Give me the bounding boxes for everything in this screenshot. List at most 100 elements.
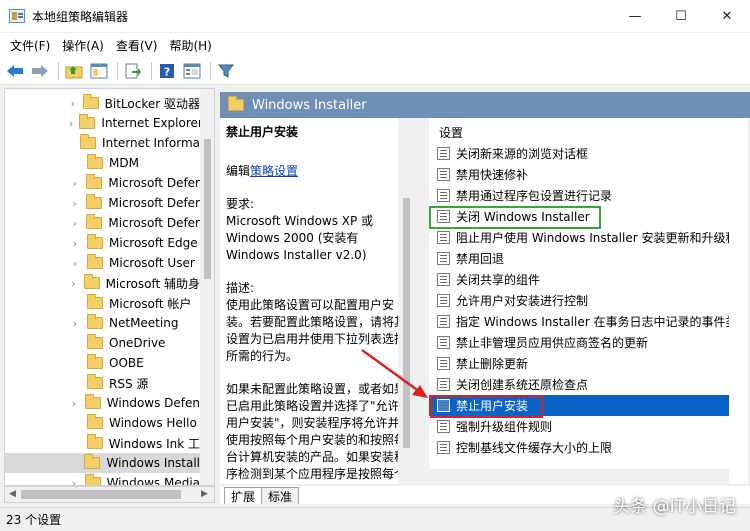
tree-item[interactable]: ›Windows Ink 工 — [5, 433, 200, 453]
setting-row[interactable]: 阻止用户使用 Windows Installer 安装更新和升级程序 — [429, 227, 729, 248]
tree-item[interactable]: › Microsoft Defer — [5, 193, 200, 213]
tree-item[interactable]: › Windows Defen — [5, 393, 200, 413]
forward-button[interactable] — [29, 60, 51, 82]
export-list-button[interactable] — [122, 60, 144, 82]
close-button[interactable]: ✕ — [704, 0, 750, 32]
details-header-title: Windows Installer — [252, 97, 367, 113]
tree-item[interactable]: › Windows Media — [5, 473, 200, 486]
chevron-right-icon[interactable]: › — [69, 97, 77, 110]
description-scroll-thumb[interactable] — [403, 198, 410, 448]
setting-row[interactable]: 禁止删除更新 — [429, 353, 729, 374]
description-scrollbar[interactable] — [398, 118, 415, 484]
policy-setting-icon — [437, 273, 450, 286]
setting-row[interactable]: 允许用户对安装进行控制 — [429, 290, 729, 311]
folder-icon — [87, 354, 103, 369]
tree-item[interactable]: › Internet Explorer — [5, 113, 200, 133]
up-folder-button[interactable] — [63, 60, 85, 82]
chevron-right-icon[interactable]: › — [69, 217, 80, 230]
tree-item[interactable]: ›Microsoft 帐户 — [5, 293, 200, 313]
properties-button[interactable] — [181, 60, 203, 82]
tree-item[interactable]: › Microsoft Defer — [5, 213, 200, 233]
show-hide-tree-button[interactable] — [88, 60, 110, 82]
tree-item[interactable]: › Microsoft User — [5, 253, 200, 273]
folder-icon — [83, 274, 100, 289]
maximize-button[interactable]: ☐ — [658, 0, 704, 32]
setting-row[interactable]: 强制升级组件规则 — [429, 416, 729, 437]
folder-icon — [87, 334, 103, 349]
tree-item[interactable]: › Microsoft Edge — [5, 233, 200, 253]
folder-icon — [82, 94, 99, 109]
setting-row[interactable]: 禁用回退 — [429, 248, 729, 269]
console-tree[interactable]: ›BitLocker 驱动器 ›Internet Explorer ›Inter… — [4, 88, 215, 486]
policy-title: 禁止用户安装 — [226, 125, 299, 139]
tab-extended[interactable]: 扩展 — [224, 487, 263, 504]
tree-horizontal-scrollbar[interactable]: ◀ ▶ — [4, 486, 215, 503]
watermark-text: 头条 @IT小日记 — [613, 497, 736, 517]
setting-row[interactable]: 指定 Windows Installer 在事务日志中记录的事件类型 — [429, 311, 729, 332]
settings-count: 23 个设置 — [6, 513, 62, 527]
menu-file[interactable]: 文件(F) — [4, 37, 56, 54]
chevron-right-icon[interactable]: › — [69, 317, 81, 330]
menu-help[interactable]: 帮助(H) — [163, 37, 217, 54]
folder-icon — [87, 374, 103, 389]
toolbar-separator — [58, 61, 59, 80]
tree-item[interactable]: ›OOBE — [5, 353, 200, 373]
tree-vertical-scrollbar[interactable] — [200, 89, 214, 485]
back-button[interactable] — [4, 60, 26, 82]
tree-item[interactable]: ›Internet Informa — [5, 133, 200, 153]
help-button[interactable]: ? — [156, 60, 178, 82]
menu-view[interactable]: 查看(V) — [110, 37, 164, 54]
tree-item[interactable]: ›Windows Hello — [5, 413, 200, 433]
setting-row[interactable]: 关闭共享的组件 — [429, 269, 729, 290]
console-tree-icon — [90, 63, 108, 78]
tree-scroll-thumb[interactable] — [204, 139, 211, 279]
chevron-right-icon[interactable]: › — [69, 177, 80, 190]
chevron-right-icon[interactable]: › — [69, 237, 81, 250]
tree-item[interactable]: ›RSS 源 — [5, 373, 200, 393]
tree-item[interactable]: ›OneDrive — [5, 333, 200, 353]
edit-prefix: 编辑 — [226, 164, 251, 178]
policy-setting-icon — [437, 294, 450, 307]
toolbar-separator — [117, 61, 118, 80]
filter-icon — [218, 64, 234, 78]
setting-row[interactable]: 关闭创建系统还原检查点 — [429, 374, 729, 395]
chevron-right-icon[interactable]: › — [69, 117, 73, 130]
setting-row[interactable]: 禁止非管理员应用供应商签名的更新 — [429, 332, 729, 353]
minimize-button[interactable]: — — [612, 0, 658, 32]
details-header: Windows Installer — [220, 92, 750, 118]
chevron-right-icon[interactable]: › — [69, 397, 79, 410]
tab-standard[interactable]: 标准 — [261, 487, 300, 504]
setting-row[interactable]: 禁用通过程序包设置进行记录 — [429, 185, 729, 206]
tree-item[interactable]: › Microsoft 辅助身 — [5, 273, 200, 293]
chevron-right-icon[interactable]: › — [69, 277, 78, 290]
red-arrow-icon — [361, 348, 428, 398]
toolbar: ? — [0, 57, 750, 85]
setting-row[interactable]: 控制基线文件缓存大小的上限 — [429, 437, 729, 458]
scroll-right-icon[interactable]: ▶ — [201, 489, 208, 499]
menu-bar: 文件(F) 操作(A) 查看(V) 帮助(H) — [0, 33, 750, 57]
setting-row[interactable]: 禁用快速修补 — [429, 164, 729, 185]
menu-action[interactable]: 操作(A) — [56, 37, 110, 54]
scroll-left-icon[interactable]: ◀ — [9, 489, 16, 499]
setting-row[interactable]: 关闭新来源的浏览对话框 — [429, 143, 729, 164]
edit-policy-link[interactable]: 策略设置 — [250, 164, 298, 178]
filter-button[interactable] — [215, 60, 237, 82]
red-highlight-box — [430, 395, 543, 418]
folder-icon — [87, 294, 103, 309]
tree-item-selected[interactable]: ›Windows Install — [5, 453, 200, 473]
tree-item[interactable]: ›MDM — [5, 153, 200, 173]
tree-hscroll-thumb[interactable] — [21, 490, 181, 499]
settings-column-header[interactable]: 设置 — [439, 124, 463, 141]
window-title: 本地组策略编辑器 — [32, 9, 129, 24]
tree-item[interactable]: › Microsoft Defer — [5, 173, 200, 193]
folder-icon — [86, 434, 103, 449]
chevron-right-icon[interactable]: › — [69, 197, 80, 210]
tree-item[interactable]: › NetMeeting — [5, 313, 200, 333]
chevron-right-icon[interactable]: › — [69, 477, 79, 486]
tree-item[interactable]: › BitLocker 驱动器 — [5, 93, 200, 113]
folder-icon — [86, 214, 103, 229]
folder-icon — [80, 134, 97, 149]
folder-icon — [79, 114, 96, 129]
chevron-right-icon[interactable]: › — [69, 257, 81, 270]
folder-icon — [84, 394, 101, 409]
